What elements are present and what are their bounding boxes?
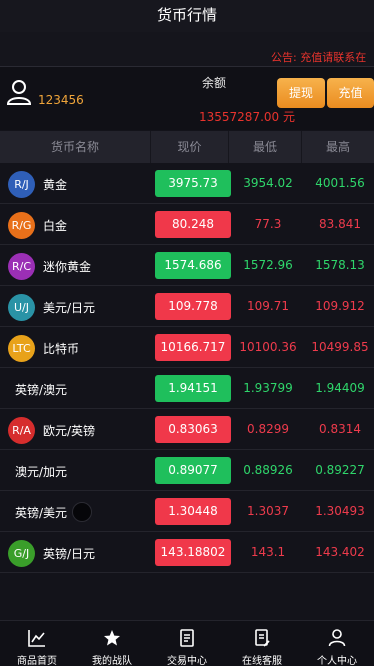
quote-row[interactable]: G/J 英镑/日元 143.18802 143.1 143.402 [0,532,374,573]
current-price: 1.94151 [155,375,231,402]
high-price: 1.94409 [315,381,365,395]
chart-icon [28,630,45,647]
currency-name: 英镑/澳元 [15,383,68,397]
tab-profile[interactable]: 个人中心 [300,621,374,666]
table-header: 货币名称 现价 最低 最高 [0,131,374,163]
low-price: 1.3037 [247,504,289,518]
currency-name: 迷你黄金 [43,260,92,274]
username: 123456 [38,93,84,107]
quote-row[interactable]: 英镑/美元 1.30448 1.3037 1.30493 [0,491,374,532]
high-price: 143.402 [315,545,365,559]
drag-handle-dot[interactable] [72,502,92,522]
notice-band: 公告: 充值请联系在 [0,32,374,66]
column-header-high: 最高 [325,140,350,154]
low-price: 77.3 [254,217,282,231]
current-price: 10166.717 [155,334,231,361]
high-price: 83.841 [319,217,361,231]
high-price: 109.912 [315,299,365,313]
low-price: 10100.36 [239,340,297,354]
current-price: 3975.73 [155,170,231,197]
currency-icon: R/G [8,212,35,239]
current-price: 1574.686 [155,252,231,279]
current-price: 143.18802 [155,539,231,566]
notice-marquee: 公告: 充值请联系在 [271,51,367,64]
tab-label: 个人中心 [317,656,357,666]
star-icon [104,630,120,646]
low-price: 0.88926 [243,463,293,477]
balance-value: 13557287.00 元 [199,110,295,124]
currency-name: 英镑/日元 [43,547,96,561]
top-bar: 货币行情 [0,0,374,32]
quote-row[interactable]: 英镑/澳元 1.94151 1.93799 1.94409 [0,368,374,409]
currency-icon: G/J [8,540,35,567]
high-price: 4001.56 [315,176,365,190]
bottom-tab-bar: 商品首页 我的战队 交易中心 在线客服 个人中心 [0,620,374,666]
document-icon [180,629,194,647]
tab-label: 在线客服 [242,656,282,666]
column-header-low: 最低 [252,140,277,154]
currency-icon: R/C [8,253,35,280]
withdraw-button[interactable]: 提现 [277,78,325,108]
person-icon [328,629,346,647]
low-price: 109.71 [247,299,289,313]
currency-name: 澳元/加元 [15,465,68,479]
page-title: 货币行情 [156,6,217,24]
quote-list: R/J 黄金 3975.73 3954.02 4001.56 R/G 白金 80… [0,163,374,573]
quote-row[interactable]: R/C 迷你黄金 1574.686 1572.96 1578.13 [0,245,374,286]
low-price: 1.93799 [243,381,293,395]
quote-row[interactable]: LTC 比特币 10166.717 10100.36 10499.85 [0,327,374,368]
document-edit-icon [255,629,270,647]
currency-name: 英镑/美元 [15,506,68,520]
quote-row[interactable]: 澳元/加元 0.89077 0.88926 0.89227 [0,450,374,491]
high-price: 1578.13 [315,258,365,272]
current-price: 0.89077 [155,457,231,484]
low-price: 3954.02 [243,176,293,190]
currency-icon: R/J [8,171,35,198]
quote-row[interactable]: R/G 白金 80.248 77.3 83.841 [0,204,374,245]
low-price: 143.1 [250,545,286,559]
currency-icon: U/J [8,294,35,321]
currency-name: 美元/日元 [43,301,96,315]
quote-row[interactable]: R/A 欧元/英镑 0.83063 0.8299 0.8314 [0,409,374,450]
quote-row[interactable]: R/J 黄金 3975.73 3954.02 4001.56 [0,163,374,204]
tab-home[interactable]: 商品首页 [0,621,74,666]
current-price: 80.248 [155,211,231,238]
quote-row[interactable]: U/J 美元/日元 109.778 109.71 109.912 [0,286,374,327]
high-price: 1.30493 [315,504,365,518]
current-price: 0.83063 [155,416,231,443]
currency-icon: R/A [8,417,35,444]
balance-label: 余额 [202,76,227,90]
tab-trade[interactable]: 交易中心 [150,621,224,666]
low-price: 1572.96 [243,258,293,272]
currency-icon: LTC [8,335,35,362]
high-price: 0.8314 [319,422,361,436]
currency-name: 白金 [43,219,68,233]
currency-name: 黄金 [43,178,68,192]
recharge-button[interactable]: 充值 [327,78,374,108]
high-price: 10499.85 [311,340,369,354]
user-avatar-icon [6,80,32,105]
tab-team[interactable]: 我的战队 [75,621,149,666]
currency-name: 比特币 [43,342,80,356]
high-price: 0.89227 [315,463,365,477]
tab-label: 交易中心 [167,656,207,666]
tab-support[interactable]: 在线客服 [225,621,299,666]
current-price: 109.778 [155,293,231,320]
account-panel: 123456 余额 13557287.00 元 提现 充值 [0,66,374,130]
tab-label: 商品首页 [17,656,57,666]
low-price: 0.8299 [247,422,289,436]
column-header-name: 货币名称 [50,140,99,154]
column-header-price: 现价 [177,140,202,154]
currency-name: 欧元/英镑 [43,424,96,438]
tab-label: 我的战队 [92,656,132,666]
current-price: 1.30448 [155,498,231,525]
